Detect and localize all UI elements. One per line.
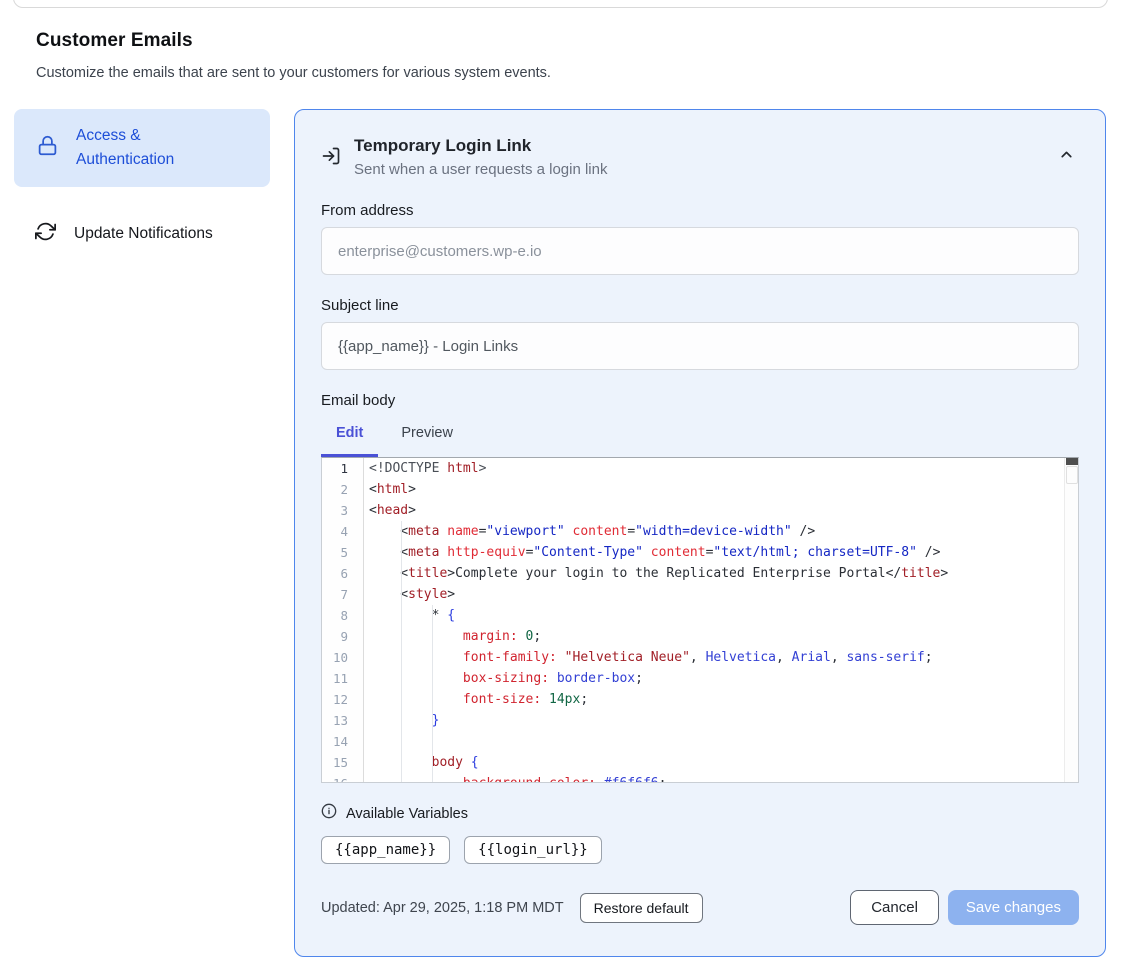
code-line: 14 [322,731,1078,752]
line-number: 6 [322,563,364,584]
line-number: 7 [322,584,364,605]
editor-scrollbar-thumb[interactable] [1066,458,1078,465]
code-line: 8 * { [322,605,1078,626]
variable-chip[interactable]: {{app_name}} [321,836,450,864]
line-number: 11 [322,668,364,689]
line-number: 9 [322,626,364,647]
email-body-tabs: Edit Preview [321,425,1079,457]
code-line: 16 background-color: #f6f6f6; [322,773,1078,783]
panel-subtitle: Sent when a user requests a login link [354,161,1041,178]
sidebar-item-access-authentication[interactable]: Access & Authentication [14,109,270,187]
code-line: 12 font-size: 14px; [322,689,1078,710]
code-line: 6 <title>Complete your login to the Repl… [322,563,1078,584]
code-line: 2<html> [322,479,1078,500]
code-line: 13 } [322,710,1078,731]
line-number: 2 [322,479,364,500]
page-header: Customer Emails Customize the emails tha… [36,30,1092,81]
line-number: 12 [322,689,364,710]
panel-footer: Updated: Apr 29, 2025, 1:18 PM MDT Resto… [321,890,1079,925]
available-variables-label: Available Variables [346,806,468,822]
sync-icon [35,221,56,247]
editor-scrollbar-track [1066,466,1078,484]
sidebar-item-label: Update Notifications [74,222,230,246]
line-number: 14 [322,731,364,752]
variable-chip[interactable]: {{login_url}} [464,836,602,864]
cancel-button[interactable]: Cancel [850,890,939,925]
restore-default-button[interactable]: Restore default [580,893,703,923]
chevron-up-icon [1058,151,1075,166]
sidebar-item-update-notifications[interactable]: Update Notifications [14,211,270,257]
subject-line-label: Subject line [321,297,1079,314]
line-number: 5 [322,542,364,563]
from-address-input[interactable] [321,227,1079,275]
code-line: 4 <meta name="viewport" content="width=d… [322,521,1078,542]
panel-title: Temporary Login Link [354,136,1041,156]
line-number: 15 [322,752,364,773]
email-body-code-editor[interactable]: 1<!DOCTYPE html>2<html>3<head>4 <meta na… [321,457,1079,783]
panel-header: Temporary Login Link Sent when a user re… [321,136,1079,180]
indent-guide [432,605,433,782]
tab-edit[interactable]: Edit [321,425,378,457]
save-changes-button[interactable]: Save changes [948,890,1079,925]
previous-card-edge [13,0,1108,8]
email-body-label: Email body [321,392,1079,409]
page-subtitle: Customize the emails that are sent to yo… [36,65,1092,81]
tab-preview[interactable]: Preview [386,425,468,457]
code-line: 15 body { [322,752,1078,773]
code-line: 3<head> [322,500,1078,521]
lock-icon [37,135,58,161]
code-line: 9 margin: 0; [322,626,1078,647]
login-icon [321,146,341,171]
variable-chips: {{app_name}} {{login_url}} [321,836,1079,864]
line-number: 10 [322,647,364,668]
line-number: 1 [322,458,364,479]
line-number: 13 [322,710,364,731]
code-line: 5 <meta http-equiv="Content-Type" conten… [322,542,1078,563]
line-number: 8 [322,605,364,626]
from-address-label: From address [321,202,1079,219]
line-number: 3 [322,500,364,521]
info-icon [321,803,337,824]
code-line: 11 box-sizing: border-box; [322,668,1078,689]
collapse-panel-button[interactable] [1054,142,1079,170]
subject-line-input[interactable] [321,322,1079,370]
sidebar-item-label: Access & Authentication [76,124,232,172]
code-line: 1<!DOCTYPE html> [322,458,1078,479]
page-title: Customer Emails [36,30,1092,52]
temporary-login-link-panel: Temporary Login Link Sent when a user re… [294,109,1106,957]
code-line: 7 <style> [322,584,1078,605]
line-number: 16 [322,773,364,783]
email-types-sidebar: Access & Authentication Update Notificat… [14,109,270,957]
line-number: 4 [322,521,364,542]
updated-timestamp: Updated: Apr 29, 2025, 1:18 PM MDT [321,900,564,916]
code-lines: 1<!DOCTYPE html>2<html>3<head>4 <meta na… [322,458,1078,783]
code-line: 10 font-family: "Helvetica Neue", Helvet… [322,647,1078,668]
indent-guide [401,521,402,782]
editor-scrollbar [1064,458,1078,782]
